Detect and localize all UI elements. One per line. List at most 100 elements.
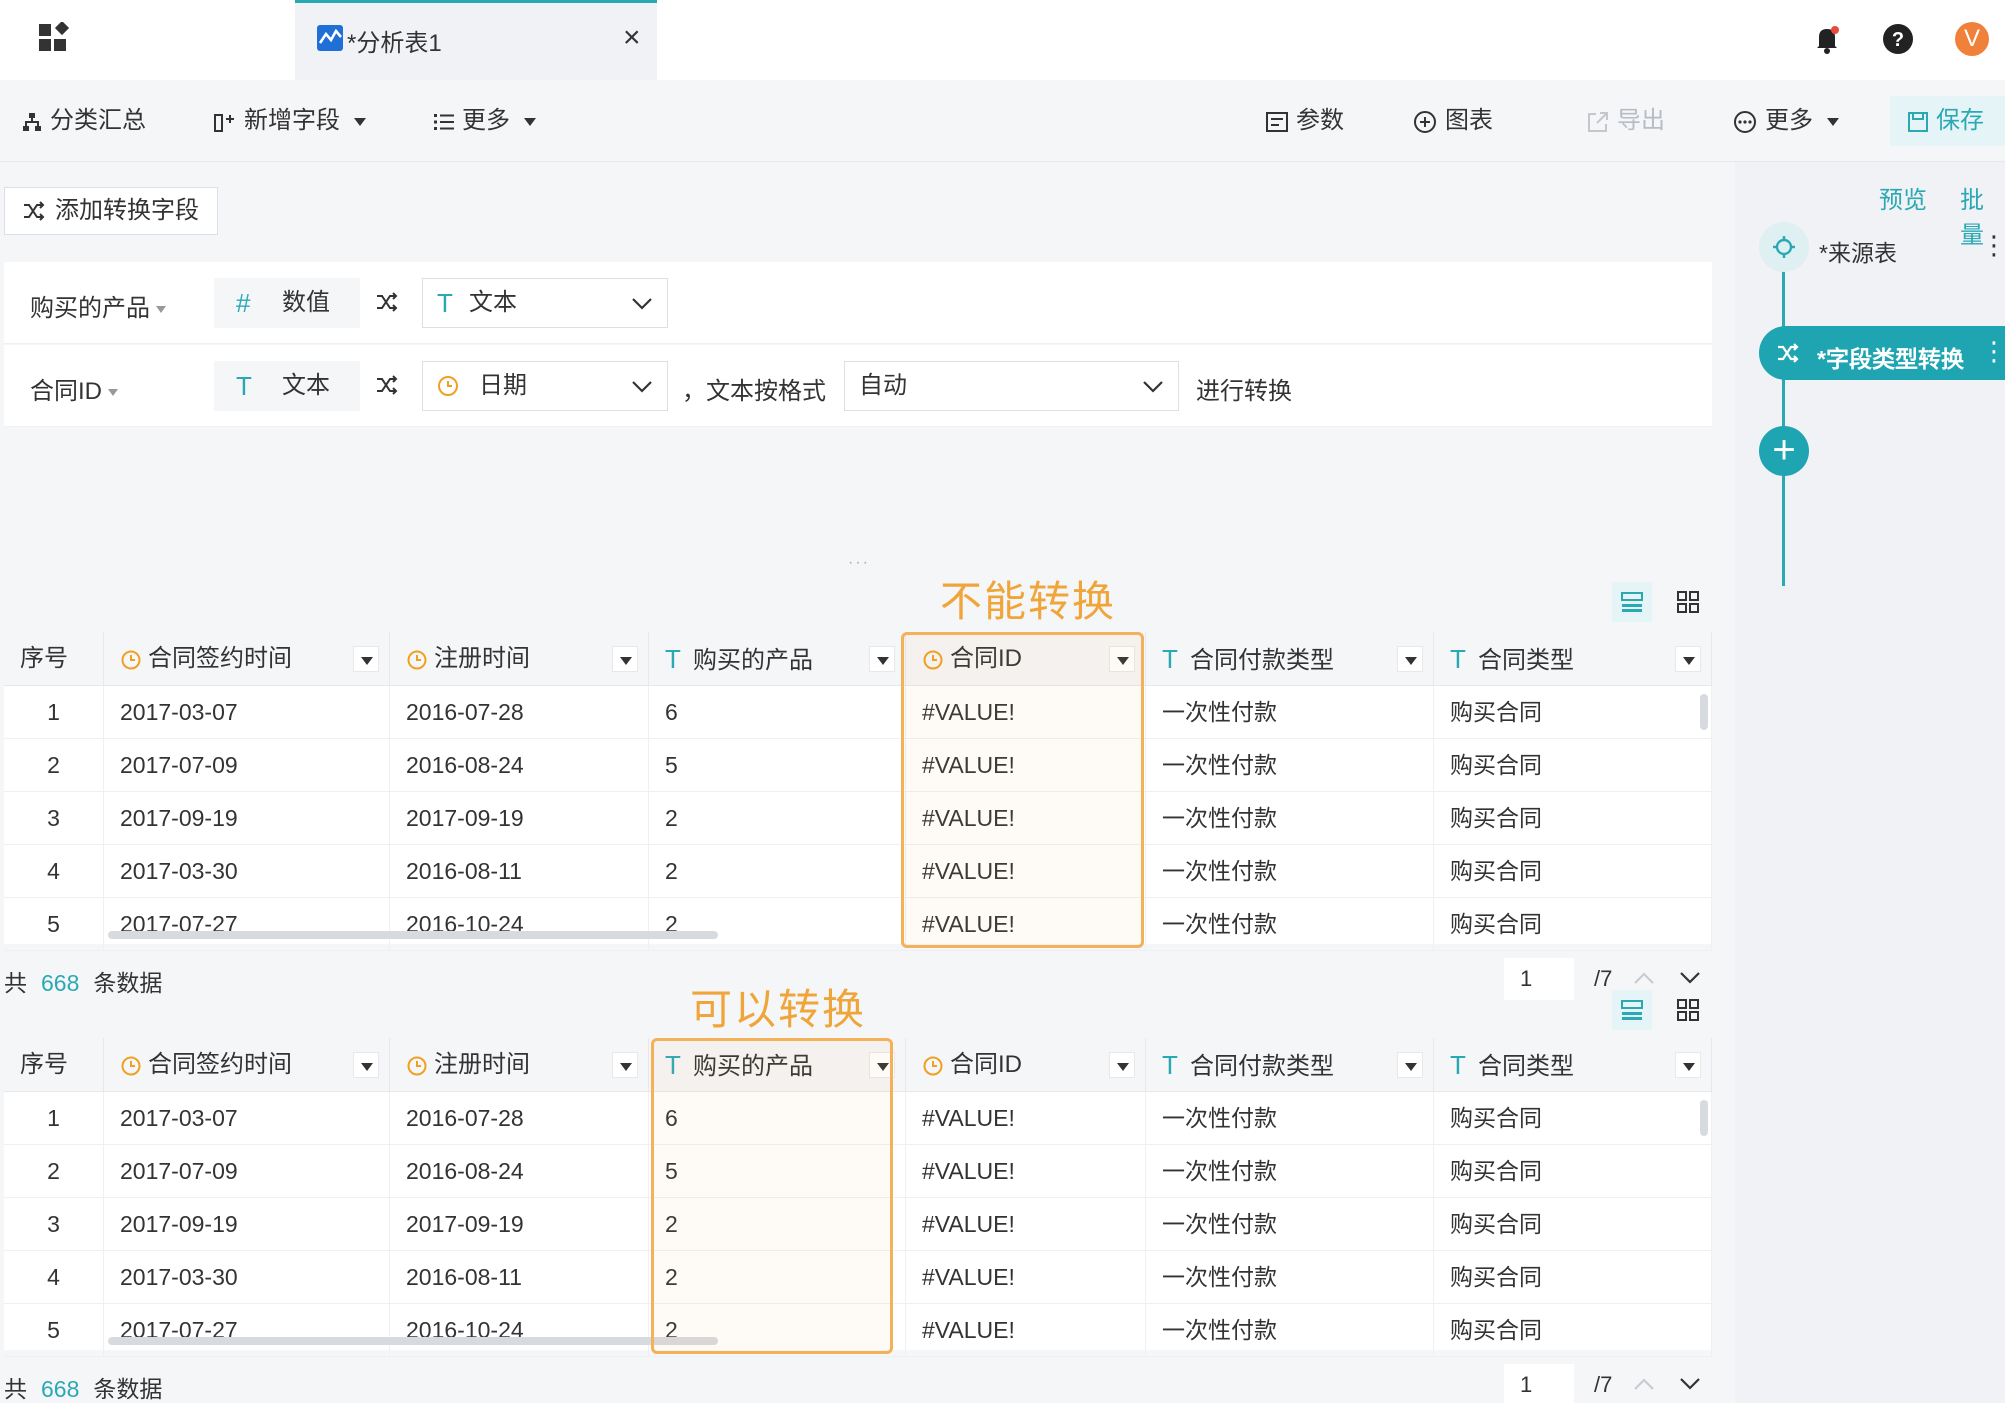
chart-button[interactable]: 图表: [1413, 80, 1493, 162]
params-button[interactable]: 参数: [1266, 80, 1344, 162]
table-cell: 2016-08-11: [390, 1251, 649, 1304]
more-vertical-icon[interactable]: ⋮: [1981, 230, 2005, 261]
table-row[interactable]: 5 2017-07-27 2016-10-24 2 #VALUE! 一次性付款 购买合同: [4, 898, 1712, 951]
column-dropdown-icon[interactable]: [869, 1052, 895, 1078]
table-row[interactable]: 3 2017-09-19 2017-09-19 2 #VALUE! 一次性付款 购买合同: [4, 792, 1712, 845]
table-cell: 2017-03-30: [104, 845, 390, 898]
format-value: 自动: [859, 372, 907, 399]
resize-handle[interactable]: ···: [848, 554, 870, 572]
table-row[interactable]: 1 2017-03-07 2016-07-28 6 #VALUE! 一次性付款 购买合同: [4, 1092, 1712, 1145]
prev-page-button[interactable]: [1624, 1364, 1664, 1403]
column-header[interactable]: T 合同付款类型: [1146, 1038, 1434, 1092]
column-header-label: 合同类型: [1478, 647, 1574, 674]
caret-down-icon: [108, 389, 118, 397]
page-input[interactable]: 1: [1504, 958, 1574, 1000]
column-header-label: 合同签约时间: [148, 645, 292, 672]
column-header-label: 序号: [20, 1051, 68, 1078]
more-right-label: 更多: [1765, 107, 1813, 134]
table-cell: 一次性付款: [1146, 1251, 1434, 1304]
table-row[interactable]: 5 2017-07-27 2016-10-24 2 #VALUE! 一次性付款 购买合同: [4, 1304, 1712, 1357]
page-input[interactable]: 1: [1504, 1364, 1574, 1403]
toolbar: 分类汇总 新增字段 更多 参数 图表 导出 更多 保存: [0, 80, 2005, 162]
table-row[interactable]: 2 2017-07-09 2016-08-24 5 #VALUE! 一次性付款 购买合同: [4, 1145, 1712, 1198]
column-dropdown-icon[interactable]: [1397, 646, 1423, 672]
field-select[interactable]: 购买的产品: [30, 288, 166, 323]
summary-button[interactable]: 分类汇总: [22, 80, 146, 162]
vertical-scrollbar[interactable]: [1700, 1100, 1708, 1136]
column-dropdown-icon[interactable]: [869, 646, 895, 672]
export-button[interactable]: 导出: [1587, 80, 1665, 162]
table-cell: 购买合同: [1434, 898, 1712, 951]
prev-page-button[interactable]: [1624, 958, 1664, 998]
save-button[interactable]: 保存: [1890, 96, 2005, 146]
column-header[interactable]: 注册时间: [390, 632, 649, 686]
number-type-icon: #: [236, 288, 251, 318]
more-left-dropdown[interactable]: 更多: [434, 80, 536, 162]
preview-link[interactable]: 预览: [1879, 180, 1927, 215]
format-select[interactable]: 自动: [844, 361, 1179, 411]
list-view-button[interactable]: [1612, 582, 1652, 622]
add-node-button[interactable]: +: [1759, 426, 1809, 476]
table-cell: 一次性付款: [1146, 1198, 1434, 1251]
close-tab-icon[interactable]: ×: [623, 23, 641, 53]
column-header[interactable]: 合同ID: [906, 1038, 1146, 1092]
table-cell: #VALUE!: [906, 1198, 1146, 1251]
column-dropdown-icon[interactable]: [1109, 1052, 1135, 1078]
table-cell: 4: [4, 845, 104, 898]
column-header[interactable]: 合同ID: [906, 632, 1146, 686]
column-header[interactable]: T 购买的产品: [649, 632, 906, 686]
total-pages: /7: [1594, 1372, 1613, 1397]
target-icon: [1773, 236, 1795, 258]
column-header[interactable]: T 购买的产品: [649, 1038, 906, 1092]
source-table-node[interactable]: *来源表 ⋮: [1759, 222, 2005, 272]
more-right-dropdown[interactable]: 更多: [1733, 80, 1839, 162]
app-grid-icon[interactable]: [38, 22, 70, 54]
table-row[interactable]: 4 2017-03-30 2016-08-11 2 #VALUE! 一次性付款 购买合同: [4, 845, 1712, 898]
column-dropdown-icon[interactable]: [353, 1052, 379, 1078]
column-header[interactable]: T 合同付款类型: [1146, 632, 1434, 686]
column-dropdown-icon[interactable]: [1675, 646, 1701, 672]
column-header[interactable]: 合同签约时间: [104, 632, 390, 686]
column-header[interactable]: T 合同类型: [1434, 1038, 1712, 1092]
table-row[interactable]: 1 2017-03-07 2016-07-28 6 #VALUE! 一次性付款 购买合同: [4, 686, 1712, 739]
clock-icon: [438, 376, 458, 396]
horizontal-scrollbar[interactable]: [108, 1337, 718, 1345]
help-icon[interactable]: ?: [1881, 22, 1915, 56]
column-dropdown-icon[interactable]: [612, 1052, 638, 1078]
add-field-dropdown[interactable]: 新增字段: [214, 80, 366, 162]
conversion-row: 购买的产品 # 数值 T 文本: [4, 262, 1712, 344]
table-row[interactable]: 3 2017-09-19 2017-09-19 2 #VALUE! 一次性付款 购买合同: [4, 1198, 1712, 1251]
column-header[interactable]: T 合同类型: [1434, 632, 1712, 686]
shuffle-icon: [377, 292, 398, 312]
grid-view-button[interactable]: [1668, 582, 1708, 622]
column-dropdown-icon[interactable]: [612, 646, 638, 672]
next-page-button[interactable]: [1670, 1364, 1710, 1403]
type-conversion-node[interactable]: *字段类型转换 ⋮: [1759, 326, 2005, 380]
chevron-down-icon: [1827, 117, 1839, 126]
column-header[interactable]: 注册时间: [390, 1038, 649, 1092]
column-dropdown-icon[interactable]: [1397, 1052, 1423, 1078]
field-select[interactable]: 合同ID: [30, 371, 118, 406]
add-conversion-label: 添加转换字段: [55, 197, 199, 224]
table-cell: 购买合同: [1434, 1304, 1712, 1357]
column-dropdown-icon[interactable]: [1675, 1052, 1701, 1078]
column-header[interactable]: 合同签约时间: [104, 1038, 390, 1092]
target-type-select[interactable]: T 文本: [422, 278, 668, 328]
horizontal-scrollbar[interactable]: [108, 931, 718, 939]
vertical-scrollbar[interactable]: [1700, 694, 1708, 730]
next-page-button[interactable]: [1670, 958, 1710, 998]
add-conversion-field-button[interactable]: 添加转换字段: [4, 187, 218, 235]
bell-icon[interactable]: [1810, 22, 1844, 56]
source-node-label: *来源表: [1819, 240, 1897, 266]
table-row[interactable]: 2 2017-07-09 2016-08-24 5 #VALUE! 一次性付款 购买合同: [4, 739, 1712, 792]
table-cell: 一次性付款: [1146, 686, 1434, 739]
column-dropdown-icon[interactable]: [353, 646, 379, 672]
target-type-select[interactable]: 日期: [422, 361, 668, 411]
table-row[interactable]: 4 2017-03-30 2016-08-11 2 #VALUE! 一次性付款 购买合同: [4, 1251, 1712, 1304]
table-cell: 4: [4, 1251, 104, 1304]
tab-analysis-sheet[interactable]: *分析表1 ×: [295, 0, 657, 80]
user-avatar[interactable]: V: [1955, 22, 1989, 56]
table-cell: #VALUE!: [906, 792, 1146, 845]
column-dropdown-icon[interactable]: [1109, 646, 1135, 672]
more-vertical-icon[interactable]: ⋮: [1981, 336, 2005, 367]
